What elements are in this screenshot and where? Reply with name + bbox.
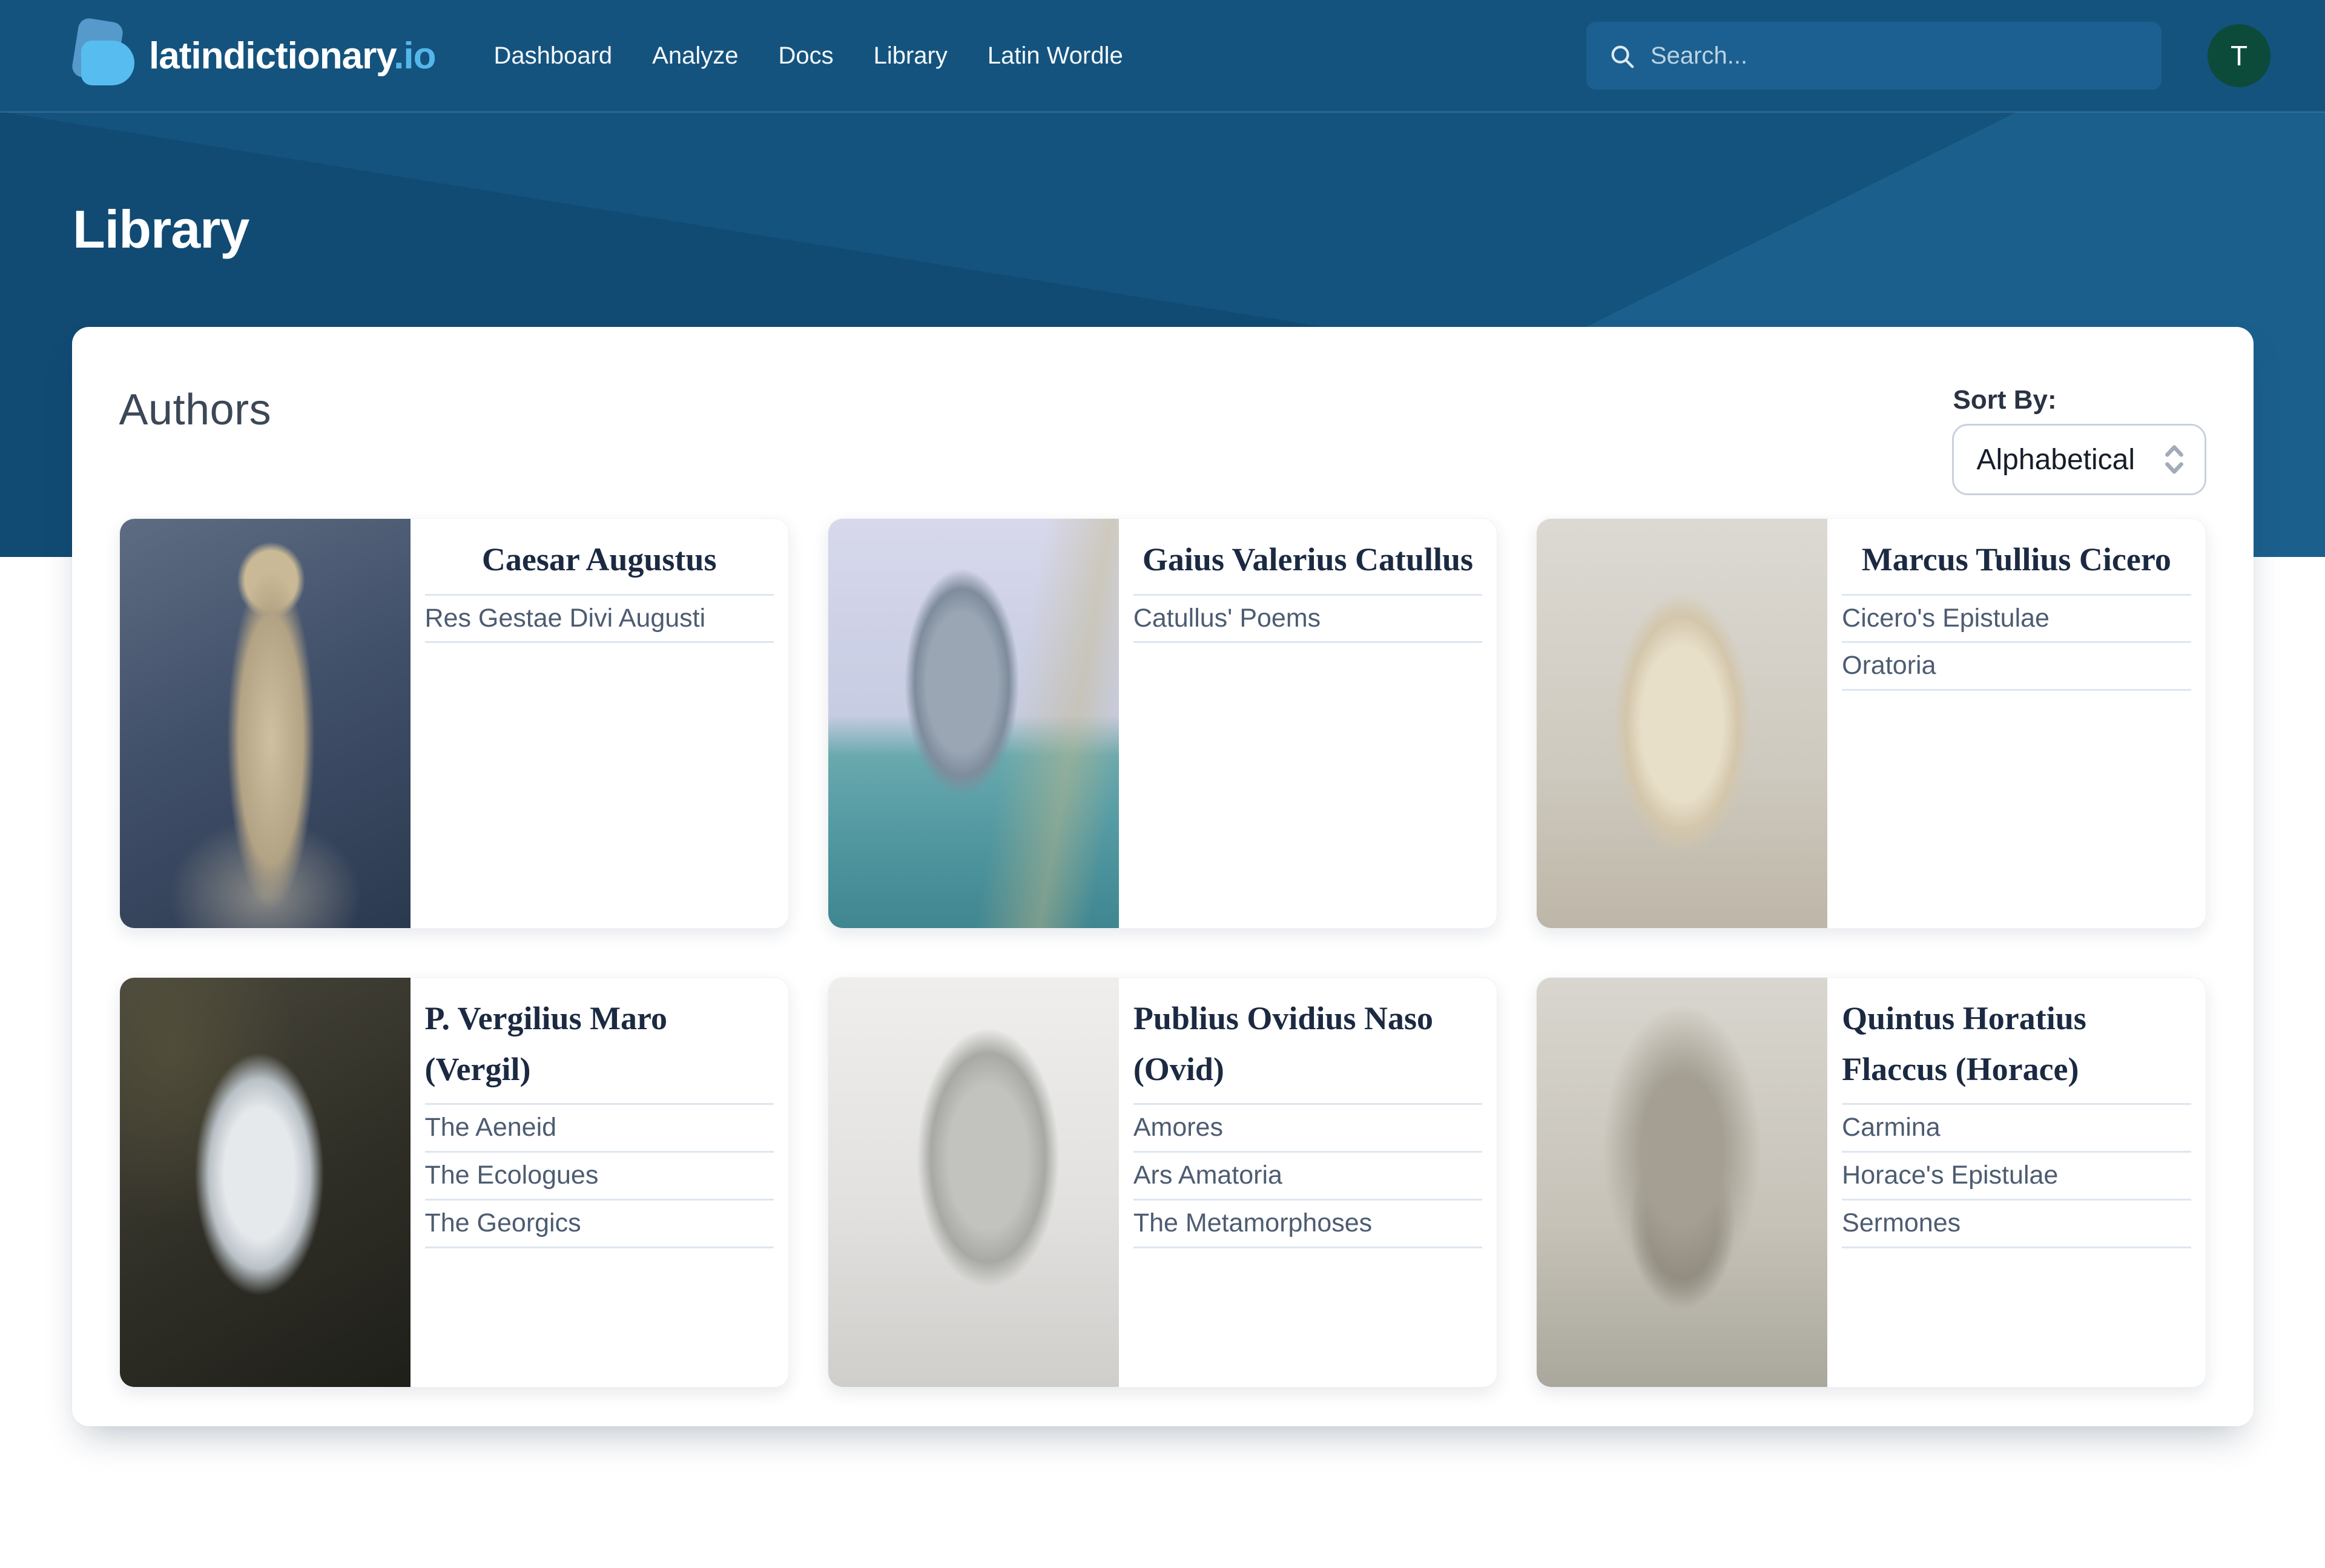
author-portrait xyxy=(1537,519,1827,928)
author-card-body: Caesar Augustus Res Gestae Divi Augusti xyxy=(411,519,788,928)
work-link[interactable]: Sermones xyxy=(1842,1201,2191,1248)
author-card-catullus[interactable]: Gaius Valerius Catullus Catullus' Poems xyxy=(828,518,1497,929)
author-card-ovid[interactable]: Publius Ovidius Naso (Ovid) Amores Ars A… xyxy=(828,977,1497,1388)
nav-item-library[interactable]: Library xyxy=(874,42,948,70)
author-card-body: P. Vergilius Maro (Vergil) The Aeneid Th… xyxy=(411,978,788,1387)
works-list: Carmina Horace's Epistulae Sermones xyxy=(1842,1103,2191,1248)
works-list: Cicero's Epistulae Oratoria xyxy=(1842,594,2191,691)
page-title: Library xyxy=(0,199,2325,260)
brand-name-main: latindictionary xyxy=(149,35,394,77)
author-name[interactable]: Quintus Horatius Flaccus (Horace) xyxy=(1842,993,2191,1095)
authors-panel-header: Authors Sort By: Alphabetical xyxy=(119,385,2206,495)
nav-item-latin-wordle[interactable]: Latin Wordle xyxy=(988,42,1123,70)
author-card-body: Publius Ovidius Naso (Ovid) Amores Ars A… xyxy=(1119,978,1497,1387)
author-card-horace[interactable]: Quintus Horatius Flaccus (Horace) Carmin… xyxy=(1536,977,2206,1388)
author-portrait xyxy=(828,519,1119,928)
author-card-body: Marcus Tullius Cicero Cicero's Epistulae… xyxy=(1827,519,2205,928)
author-name[interactable]: Publius Ovidius Naso (Ovid) xyxy=(1133,993,1482,1095)
author-card-body: Quintus Horatius Flaccus (Horace) Carmin… xyxy=(1827,978,2205,1387)
author-card-body: Gaius Valerius Catullus Catullus' Poems xyxy=(1119,519,1497,928)
work-link[interactable]: Oratoria xyxy=(1842,643,2191,691)
up-down-chevrons-icon xyxy=(2162,442,2186,477)
author-card-vergil[interactable]: P. Vergilius Maro (Vergil) The Aeneid Th… xyxy=(119,977,789,1388)
author-portrait xyxy=(1537,978,1827,1387)
works-list: Amores Ars Amatoria The Metamorphoses xyxy=(1133,1103,1482,1248)
author-card-cicero[interactable]: Marcus Tullius Cicero Cicero's Epistulae… xyxy=(1536,518,2206,929)
sort-select[interactable]: Alphabetical xyxy=(1952,424,2206,495)
authors-panel: Authors Sort By: Alphabetical Caesar Aug… xyxy=(72,327,2254,1426)
search-bar xyxy=(1586,22,2162,90)
search-icon xyxy=(1608,42,1636,70)
logo-front-page-shape xyxy=(81,41,134,85)
main-nav: Dashboard Analyze Docs Library Latin Wor… xyxy=(493,42,1123,70)
user-avatar[interactable]: T xyxy=(2208,24,2271,87)
sort-control: Sort By: Alphabetical xyxy=(1952,385,2206,495)
authors-heading: Authors xyxy=(119,385,272,435)
nav-item-analyze[interactable]: Analyze xyxy=(652,42,738,70)
work-link[interactable]: Carmina xyxy=(1842,1105,2191,1153)
nav-item-dashboard[interactable]: Dashboard xyxy=(493,42,612,70)
author-portrait xyxy=(828,978,1119,1387)
works-list: Catullus' Poems xyxy=(1133,594,1482,644)
works-list: Res Gestae Divi Augusti xyxy=(425,594,774,644)
author-portrait xyxy=(120,978,411,1387)
author-name[interactable]: Caesar Augustus xyxy=(482,535,717,585)
author-portrait xyxy=(120,519,411,928)
author-name[interactable]: Marcus Tullius Cicero xyxy=(1862,535,2171,585)
brand-name: latindictionary.io xyxy=(149,35,435,77)
work-link[interactable]: Catullus' Poems xyxy=(1133,596,1482,644)
work-link[interactable]: The Ecologues xyxy=(425,1153,774,1201)
brand-name-suffix: .io xyxy=(394,35,435,77)
work-link[interactable]: The Aeneid xyxy=(425,1105,774,1153)
authors-grid: Caesar Augustus Res Gestae Divi Augusti … xyxy=(119,518,2206,1388)
author-name[interactable]: Gaius Valerius Catullus xyxy=(1143,535,1473,585)
work-link[interactable]: Ars Amatoria xyxy=(1133,1153,1482,1201)
work-link[interactable]: Res Gestae Divi Augusti xyxy=(425,596,774,644)
header: latindictionary.io Dashboard Analyze Doc… xyxy=(0,0,2325,113)
search-input[interactable] xyxy=(1586,22,2162,90)
book-pages-icon xyxy=(73,20,133,91)
sort-by-label: Sort By: xyxy=(1953,385,2206,415)
work-link[interactable]: The Metamorphoses xyxy=(1133,1201,1482,1248)
work-link[interactable]: Cicero's Epistulae xyxy=(1842,596,2191,644)
work-link[interactable]: Amores xyxy=(1133,1105,1482,1153)
brand-logo[interactable]: latindictionary.io xyxy=(73,20,435,91)
work-link[interactable]: Horace's Epistulae xyxy=(1842,1153,2191,1201)
nav-item-docs[interactable]: Docs xyxy=(778,42,833,70)
works-list: The Aeneid The Ecologues The Georgics xyxy=(425,1103,774,1248)
author-card-augustus[interactable]: Caesar Augustus Res Gestae Divi Augusti xyxy=(119,518,789,929)
author-name[interactable]: P. Vergilius Maro (Vergil) xyxy=(425,993,774,1095)
work-link[interactable]: The Georgics xyxy=(425,1201,774,1248)
sort-select-value: Alphabetical xyxy=(1977,443,2135,476)
